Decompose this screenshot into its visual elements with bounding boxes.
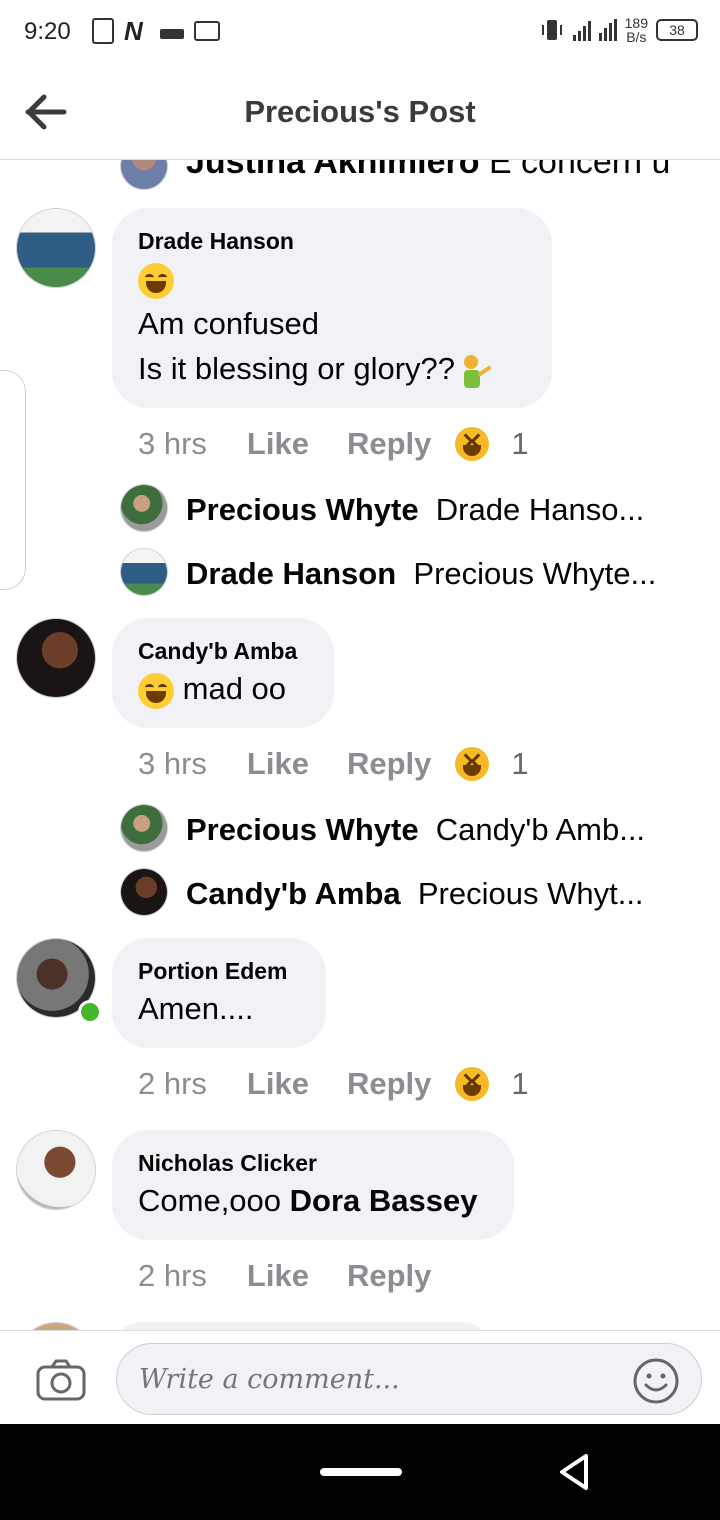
reply-preview[interactable]: Candy'b Amba Precious Whyt... [186,874,666,914]
status-time: 9:20 [24,18,71,45]
comment-actions: 3 hrs Like Reply 1 [138,426,529,462]
online-status-indicator [78,1000,102,1024]
reply-button[interactable]: Reply [347,1066,431,1102]
n-app-icon: N [124,16,143,46]
laughing-emoji-icon [138,672,174,709]
reply-button[interactable]: Reply [347,746,431,782]
reaction-count[interactable]: 1 [511,1066,528,1102]
like-button[interactable]: Like [247,426,309,462]
comment-author[interactable]: Candy'b Amba [138,636,308,666]
comment-bubble[interactable]: Candy'b Amba mad oo [112,618,334,728]
comment-actions: 3 hrs Like Reply 1 [138,746,529,782]
haha-reaction-icon[interactable] [455,1067,490,1101]
battery-indicator: 38 [656,19,698,41]
avatar[interactable] [120,484,168,532]
comment-bubble[interactable]: Drade Hanson Am confused Is it blessing … [112,208,552,408]
vibrate-icon [541,20,562,40]
system-nav-bar [0,1424,720,1520]
reply-button[interactable]: Reply [347,1258,431,1294]
signal-icon [572,19,591,41]
home-gesture-bar[interactable] [320,1468,402,1476]
signal-h-icon [598,19,617,41]
mail-icon [194,21,220,41]
avatar[interactable] [120,160,168,190]
comment-author[interactable]: Nicholas Clicker [138,1148,488,1178]
smiley-icon[interactable] [632,1357,680,1405]
comment-bubble[interactable] [112,1322,492,1330]
comment-text: Amen.... [138,991,254,1026]
like-button[interactable]: Like [247,1066,309,1102]
battery-saver-icon [92,18,114,44]
post-header: Precious's Post [0,64,720,160]
comment-text: Is it blessing or glory?? [138,346,526,391]
comment-actions: 2 hrs Like Reply 1 [138,1066,529,1102]
like-button[interactable]: Like [247,746,309,782]
comment-actions: 2 hrs Like Reply [138,1258,431,1294]
reply-preview[interactable]: Precious Whyte Candy'b Amb... [186,810,666,850]
like-button[interactable]: Like [247,1258,309,1294]
reaction-count[interactable]: 1 [511,746,528,782]
comment-text: Come,ooo Dora Bassey [138,1183,478,1218]
comment-time: 3 hrs [138,746,207,781]
comment-author[interactable]: Portion Edem [138,956,300,986]
comment-time: 3 hrs [138,426,207,461]
partial-comment[interactable]: Justina Akhimiero E concern u [186,160,686,182]
reply-preview[interactable]: Drade Hanson Precious Whyte... [186,554,686,594]
comment-text: mad oo [138,666,308,711]
comment-input[interactable] [116,1343,702,1415]
page-title: Precious's Post [244,94,476,129]
comment-text: Am confused [138,306,319,341]
laughing-emoji-icon [138,262,174,299]
avatar[interactable] [120,548,168,596]
comment-bubble[interactable]: Portion Edem Amen.... [112,938,326,1048]
avatar[interactable] [16,208,96,288]
status-bar: 9:20 N 189 B/s 38 [0,0,720,64]
comment-bubble[interactable]: Nicholas Clicker Come,ooo Dora Bassey [112,1130,514,1240]
reaction-count[interactable]: 1 [511,426,528,462]
avatar[interactable] [120,804,168,852]
mention-link[interactable]: Dora Bassey [290,1183,478,1218]
haha-reaction-icon[interactable] [455,747,490,781]
comment-composer [0,1330,720,1424]
bar-icon [160,29,184,39]
net-speed: 189 B/s [624,15,648,45]
comments-list[interactable]: Justina Akhimiero E concern u Drade Hans… [0,160,720,1330]
comment-time: 2 hrs [138,1066,207,1101]
reply-preview[interactable]: Precious Whyte Drade Hanso... [186,490,686,530]
avatar[interactable] [120,868,168,916]
back-triangle-icon[interactable] [556,1452,592,1492]
comment-author[interactable]: Drade Hanson [138,226,526,256]
avatar[interactable] [16,618,96,698]
comment-time: 2 hrs [138,1258,207,1293]
reply-button[interactable]: Reply [347,426,431,462]
haha-reaction-icon[interactable] [455,427,490,461]
side-panel-edge [0,370,26,590]
avatar[interactable] [16,1322,96,1330]
camera-icon[interactable] [36,1359,86,1401]
person-tipping-hand-emoji-icon [464,354,492,388]
avatar[interactable] [16,1130,96,1210]
